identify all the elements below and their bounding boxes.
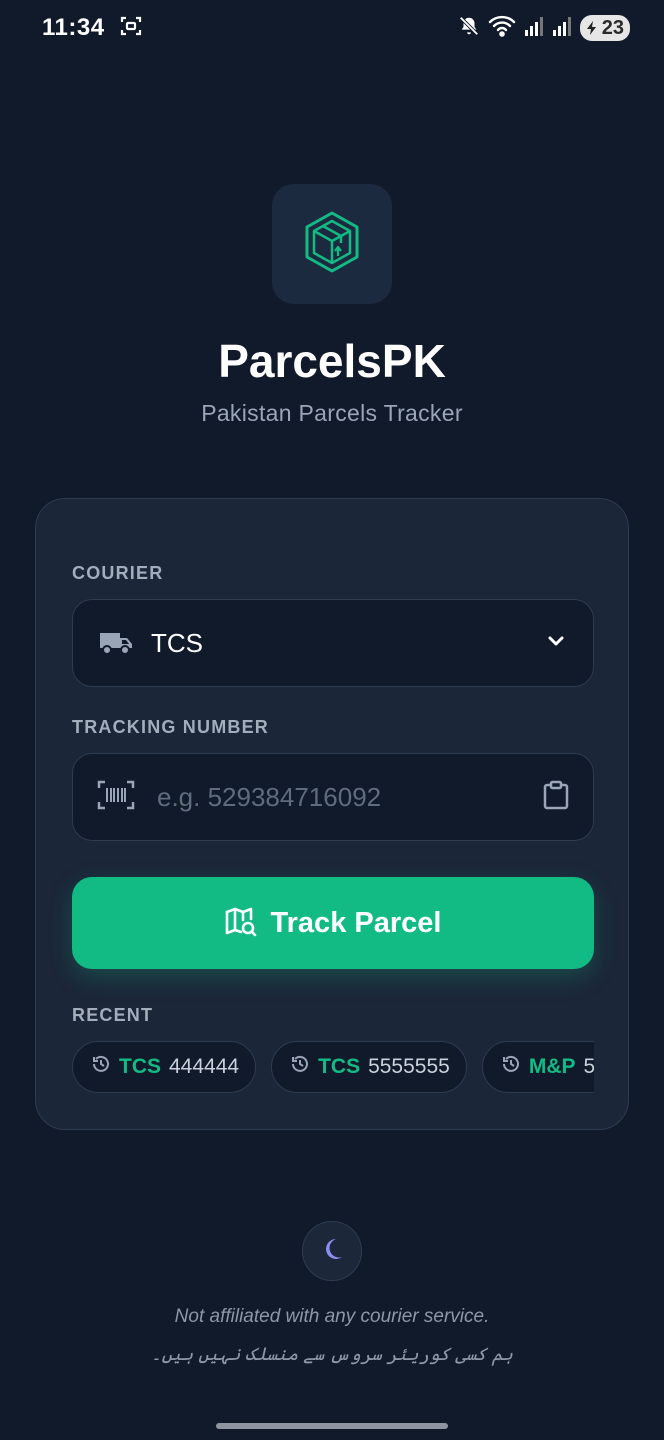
- recent-chip-courier: TCS: [318, 1055, 361, 1078]
- courier-value: TCS: [151, 627, 203, 658]
- battery-level: 23: [601, 16, 624, 39]
- chevron-down-icon: [545, 630, 567, 657]
- app-title: ParcelsPK: [218, 335, 446, 387]
- recent-label: RECENT: [72, 1005, 154, 1025]
- tracking-field: [72, 753, 594, 841]
- battery-icon: 23: [579, 15, 630, 41]
- wifi-icon: [488, 14, 516, 43]
- package-cube-icon: [302, 210, 362, 279]
- app-subtitle: Pakistan Parcels Tracker: [201, 400, 463, 426]
- barcode-icon: [97, 779, 135, 816]
- home-indicator[interactable]: [216, 1423, 448, 1429]
- tracking-card: COURIER TCS TRACKING NUMBER e.g. 5293847…: [35, 498, 629, 1130]
- disclaimer-urdu: ہم کسی کوریئر سروس سے منسلک نہیں ہیں۔: [151, 1344, 513, 1364]
- recent-chip[interactable]: TCS 444444: [72, 1041, 257, 1093]
- recent-chip-courier: M&P: [528, 1055, 576, 1078]
- screen-record-icon: [119, 14, 143, 43]
- history-icon: [91, 1054, 111, 1080]
- courier-select[interactable]: TCS: [72, 599, 594, 687]
- tracking-label: TRACKING NUMBER: [72, 717, 269, 737]
- map-search-icon: [225, 906, 257, 941]
- history-icon: [290, 1054, 310, 1080]
- signal-icon: [524, 15, 544, 42]
- mute-icon: [458, 15, 480, 42]
- recent-chip-number: 556: [583, 1055, 594, 1078]
- status-time: 11:34: [42, 14, 105, 41]
- recent-chip[interactable]: TCS 5555555: [271, 1041, 467, 1093]
- signal-icon: [552, 15, 572, 42]
- app-logo: [272, 184, 392, 304]
- track-parcel-label: Track Parcel: [270, 906, 442, 939]
- recent-chip-courier: TCS: [119, 1055, 161, 1078]
- tracking-input[interactable]: [157, 781, 543, 813]
- courier-label: COURIER: [72, 563, 164, 583]
- status-bar: 11:34 23: [0, 0, 664, 56]
- recent-list: TCS 444444 TCS 5555555 M&P 556: [72, 1041, 594, 1095]
- track-parcel-button[interactable]: Track Parcel: [72, 877, 594, 969]
- disclaimer-english: Not affiliated with any courier service.: [174, 1306, 490, 1327]
- clipboard-icon[interactable]: [543, 780, 569, 815]
- recent-chip-number: 5555555: [368, 1055, 450, 1078]
- theme-toggle-button[interactable]: [302, 1221, 362, 1281]
- moon-icon: [321, 1237, 343, 1266]
- recent-chip-number: 444444: [169, 1055, 240, 1078]
- truck-icon: [99, 630, 135, 656]
- history-icon: [501, 1054, 521, 1080]
- recent-chip[interactable]: M&P 556: [481, 1041, 594, 1093]
